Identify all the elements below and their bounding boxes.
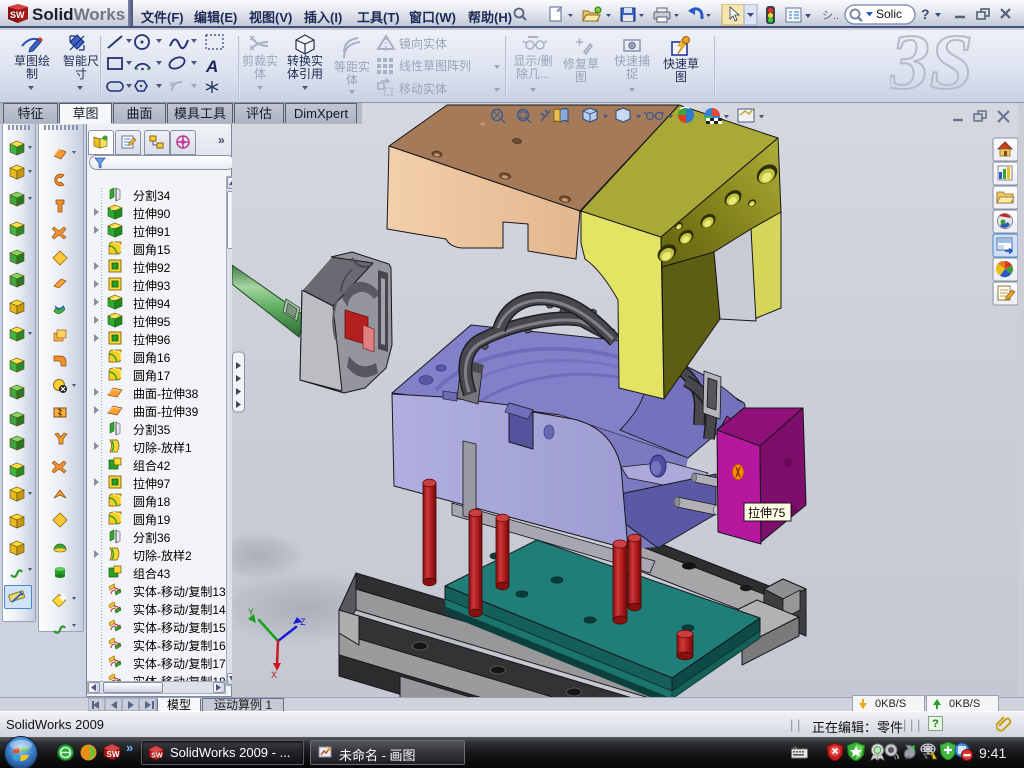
svg-text:X: X: [271, 670, 277, 680]
svg-text:SW: SW: [107, 750, 120, 759]
svg-text:シ..: シ..: [822, 10, 839, 22]
svg-text:A: A: [205, 57, 218, 76]
svg-text:!: !: [931, 755, 933, 761]
svg-text:Z: Z: [300, 617, 306, 627]
svg-text:SW: SW: [10, 10, 25, 20]
svg-text:SolidWorks: SolidWorks: [32, 5, 125, 24]
svg-text:拉伸75: 拉伸75: [748, 505, 786, 520]
svg-text:Y: Y: [248, 607, 254, 617]
svg-text:SW: SW: [151, 751, 163, 759]
svg-text:CH: CH: [793, 746, 797, 750]
